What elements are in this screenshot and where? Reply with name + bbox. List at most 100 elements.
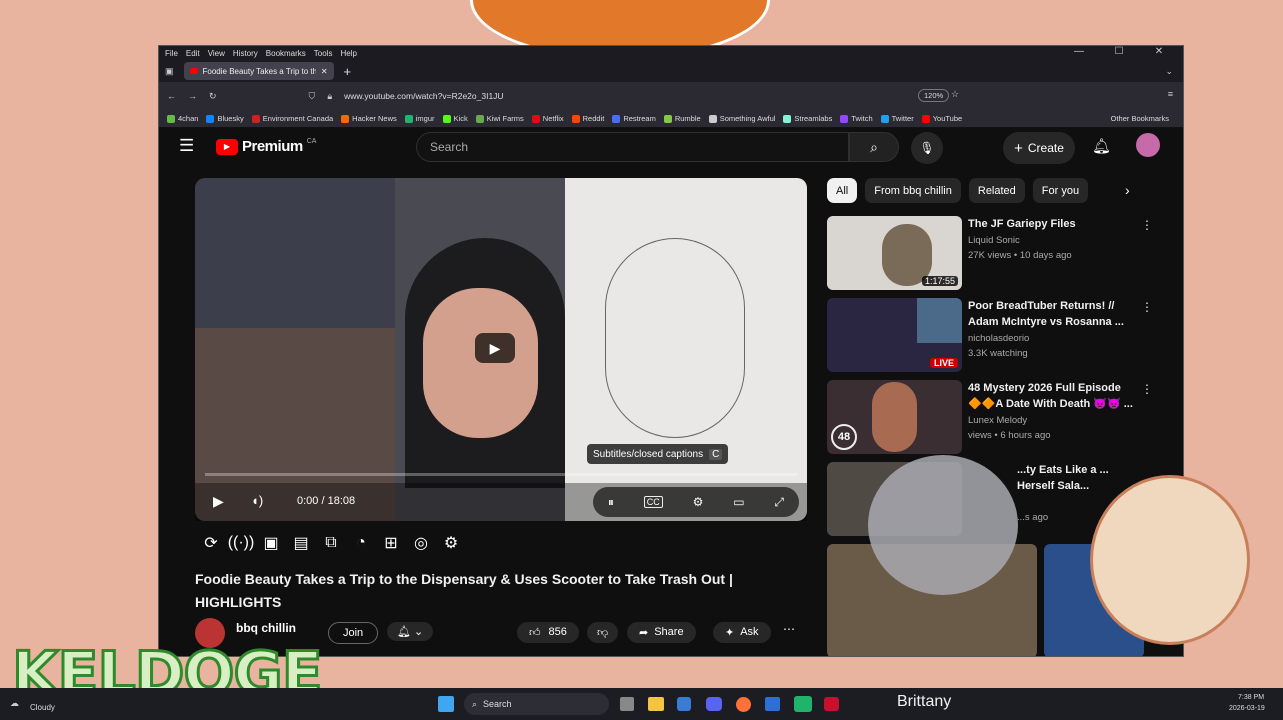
rec-channel[interactable]: Lunex Melody [968, 413, 1027, 428]
app-icon[interactable] [794, 696, 812, 712]
like-button[interactable]: 👍︎ 856 [517, 622, 579, 643]
rec-channel[interactable]: nicholasdeorio [968, 331, 1029, 346]
rec-menu-icon[interactable]: ⋮ [1141, 218, 1153, 232]
rec-title[interactable]: ...ty Eats Like a ... Herself Sala... [1017, 462, 1127, 494]
avatar[interactable] [1136, 133, 1160, 157]
shield-icon[interactable]: ⛉ [309, 91, 316, 102]
new-tab-icon[interactable]: + [344, 64, 352, 79]
bookmark-item[interactable]: Bluesky [206, 114, 244, 123]
video-thumbnail[interactable]: 1:17:55 [827, 216, 962, 290]
search-button[interactable]: ⌕ [849, 132, 899, 162]
fullscreen-icon[interactable]: ⤢ [774, 495, 784, 510]
channel-name[interactable]: bbq chillin [236, 621, 296, 635]
zoom-badge[interactable]: 120% [918, 89, 950, 102]
rec-title[interactable]: Poor BreadTuber Returns! // Adam McIntyr… [968, 298, 1138, 330]
list-item[interactable]: LIVE Poor BreadTuber Returns! // Adam Mc… [827, 298, 1177, 372]
taskbar-search[interactable]: ⌕ Search [464, 693, 609, 715]
back-icon[interactable]: ← [167, 91, 176, 101]
loop-icon[interactable]: ⟳ [199, 534, 223, 552]
minimize-icon[interactable]: — [1063, 46, 1095, 57]
menu-hamburger-icon[interactable]: ≡ [1168, 89, 1173, 99]
bookmark-star-icon[interactable]: ☆ [951, 89, 959, 100]
bookmark-item[interactable]: Hacker News [341, 114, 397, 123]
discord-icon[interactable] [706, 697, 722, 711]
tab-list-icon[interactable]: ▣ [165, 66, 174, 77]
camera-icon[interactable]: ◎ [409, 534, 433, 552]
forward-icon[interactable]: → [188, 91, 197, 101]
bookmark-item[interactable]: 4chan [167, 114, 198, 123]
bookmark-item[interactable]: Netflix [531, 114, 564, 123]
chip-from-channel[interactable]: From bbq chillin [865, 178, 961, 203]
bookmark-item[interactable]: YouTube [921, 114, 962, 123]
firefox-icon[interactable] [736, 697, 751, 712]
film-icon[interactable]: ▤ [289, 534, 313, 552]
reload-icon[interactable]: ↻ [209, 91, 217, 102]
file-explorer-icon[interactable] [648, 697, 664, 711]
menu-tools[interactable]: Tools [314, 49, 333, 58]
tab-active[interactable]: Foodie Beauty Takes a Trip to th ✕ [183, 62, 334, 80]
more-actions-icon[interactable]: ⋯ [783, 622, 795, 636]
rec-menu-icon[interactable]: ⋮ [1141, 382, 1153, 396]
volume-icon[interactable]: ◖) [251, 493, 263, 508]
tab-overflow-icon[interactable]: ⌄ [1165, 66, 1173, 77]
bookmark-item[interactable]: Rumble [663, 114, 701, 123]
notifications-bell-icon[interactable]: 🔔︎ [1092, 137, 1111, 155]
search-input[interactable]: Search [416, 132, 849, 162]
bookmark-item[interactable]: Something Awful [708, 114, 775, 123]
picture-in-picture-icon[interactable]: ⧉ [319, 534, 343, 552]
start-windows-icon[interactable] [438, 696, 454, 712]
bookmark-item[interactable]: Reddit [571, 114, 604, 123]
share-button[interactable]: ➦ Share [627, 622, 696, 643]
cinema-icon[interactable]: ⊞ [379, 534, 403, 552]
menu-view[interactable]: View [208, 49, 225, 58]
extension-settings-icon[interactable]: ⚙ [439, 534, 463, 552]
theater-mode-icon[interactable]: ▭ [733, 495, 744, 509]
create-button[interactable]: + Create [1003, 132, 1075, 164]
dislike-button[interactable]: 👎︎ [587, 622, 619, 643]
list-item[interactable]: 48 48 Mystery 2026 Full Episode 🔶🔶A Date… [827, 380, 1177, 454]
maximize-icon[interactable]: ☐ [1103, 46, 1135, 57]
address-bar[interactable]: www.youtube.com/watch?v=R2e2o_3I1JU [344, 91, 503, 101]
app-icon[interactable] [765, 697, 780, 711]
app-icon[interactable] [677, 697, 691, 711]
subscribe-bell-button[interactable]: 🔔︎ ⌄ [387, 622, 434, 641]
play-icon[interactable]: ▶ [475, 333, 515, 363]
voice-search-button[interactable]: 🎙︎ [911, 132, 943, 164]
app-icon[interactable] [824, 697, 839, 711]
rec-channel[interactable]: Liquid Sonic [968, 233, 1020, 248]
bookmark-item[interactable]: imgur [404, 114, 435, 123]
chip-all[interactable]: All [827, 178, 858, 203]
video-thumbnail[interactable]: 48 [827, 380, 962, 454]
video-player[interactable]: ▶ Subtitles/closed captions C [195, 178, 807, 521]
chips-next-icon[interactable]: › [1125, 182, 1130, 198]
screenshot-icon[interactable]: ▣ [259, 534, 283, 552]
video-thumbnail[interactable]: LIVE [827, 298, 962, 372]
menu-bookmarks[interactable]: Bookmarks [266, 49, 306, 58]
rec-menu-icon[interactable]: ⋮ [1141, 300, 1153, 314]
join-button[interactable]: Join [328, 622, 379, 644]
close-icon[interactable]: ✕ [1143, 46, 1175, 57]
menu-help[interactable]: Help [340, 49, 356, 58]
bookmark-item[interactable]: Streamlabs [783, 114, 832, 123]
guide-menu-icon[interactable]: ☰ [179, 136, 194, 156]
bookmark-item[interactable]: Kiwi Farms [475, 114, 524, 123]
speed-icon[interactable]: ◔ [349, 534, 373, 552]
ask-button[interactable]: ✦ Ask [713, 622, 771, 643]
bookmark-item[interactable]: Kick [442, 114, 468, 123]
autoplay-toggle-icon[interactable]: ⏸ [608, 495, 614, 510]
other-bookmarks[interactable]: Other Bookmarks [1111, 114, 1169, 123]
audio-icon[interactable]: ((·)) [228, 534, 255, 552]
lock-icon[interactable]: 🔒︎ [327, 91, 332, 102]
progress-track[interactable] [205, 473, 797, 476]
chip-for-you[interactable]: For you [1032, 178, 1089, 203]
bookmark-item[interactable]: Restream [612, 114, 656, 123]
subtitles-cc-icon[interactable]: CC [643, 496, 663, 508]
rec-title[interactable]: The JF Gariepy Files [968, 216, 1138, 232]
menu-history[interactable]: History [233, 49, 258, 58]
settings-gear-icon[interactable]: ⚙ [693, 495, 704, 509]
bookmark-item[interactable]: Environment Canada [251, 114, 333, 123]
chip-related[interactable]: Related [968, 178, 1025, 203]
bookmark-item[interactable]: Twitter [880, 114, 914, 123]
play-button-icon[interactable]: ▶ [213, 493, 224, 510]
list-item[interactable]: 1:17:55 The JF Gariepy Files Liquid Soni… [827, 216, 1177, 290]
